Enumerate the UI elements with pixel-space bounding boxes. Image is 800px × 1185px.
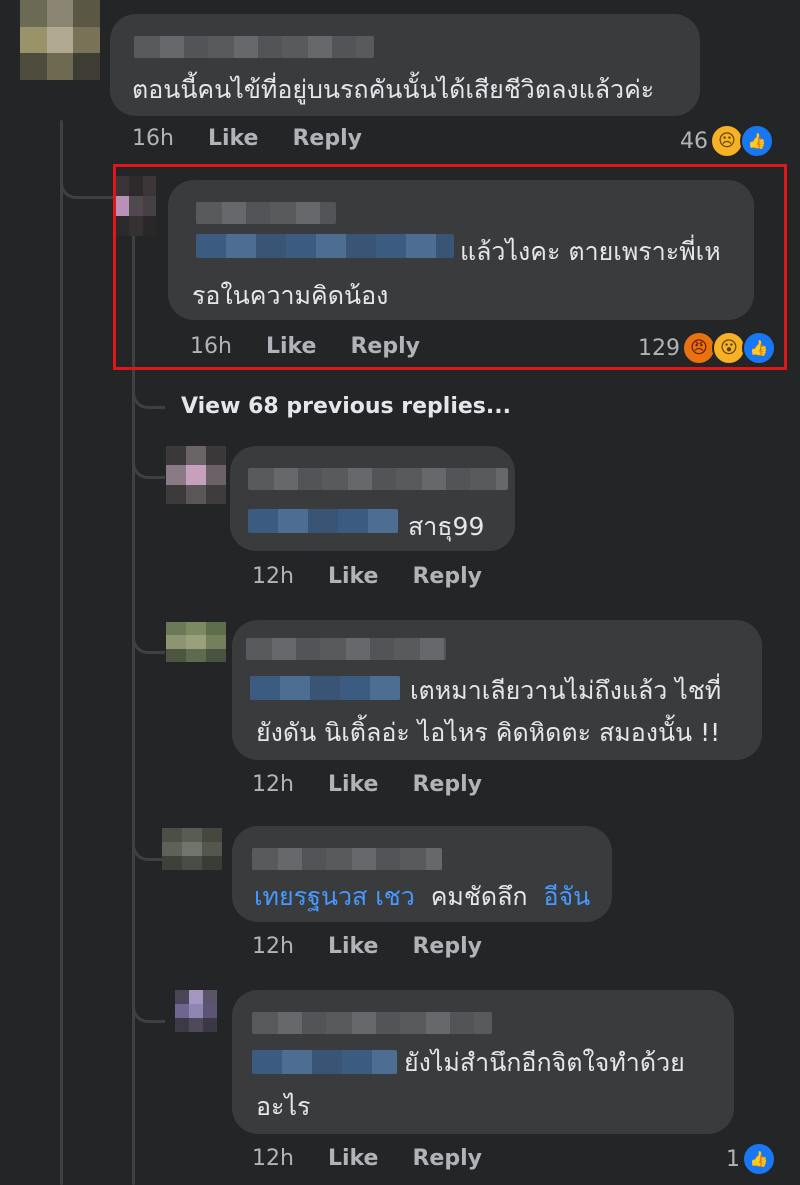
reply-actions: 12h Like Reply — [252, 772, 482, 797]
mention-text: คมชัดลึก — [430, 882, 528, 911]
reaction-count: 1 — [726, 1146, 740, 1172]
commenter-name[interactable] — [134, 36, 374, 58]
commenter-name[interactable] — [248, 468, 508, 490]
comment-actions: 16h Like Reply — [190, 334, 420, 359]
thread-elbow — [60, 150, 113, 199]
reply-actions: 12h Like Reply — [252, 564, 482, 589]
avatar[interactable] — [116, 176, 156, 236]
thread-elbow — [132, 822, 165, 861]
thread-elbow — [132, 370, 165, 409]
avatar[interactable] — [162, 828, 222, 870]
mention-tag[interactable] — [250, 676, 400, 700]
avatar[interactable] — [175, 990, 217, 1032]
thread-line-main — [60, 120, 63, 1185]
commenter-name[interactable] — [252, 1012, 492, 1034]
reply-bubble: เตหมาเลียวานไม่ถึงแล้ว ไชที่ ยังดัน นิเต… — [232, 620, 762, 760]
like-button[interactable]: Like — [266, 334, 317, 359]
thread-elbow — [132, 615, 165, 654]
reply-button[interactable]: Reply — [412, 564, 482, 589]
commenter-name[interactable] — [246, 638, 446, 660]
reply-button[interactable]: Reply — [350, 334, 420, 359]
comment-text: รอในความคิดน้อง — [192, 281, 389, 310]
mention-tag[interactable] — [196, 234, 454, 258]
reaction-summary[interactable]: 46 ☹ 👍 — [680, 124, 774, 158]
avatar[interactable] — [20, 0, 100, 80]
reaction-count: 129 — [638, 335, 680, 361]
sad-icon: ☹ — [710, 124, 744, 158]
commenter-name[interactable] — [252, 848, 442, 870]
reply-text: เตหมาเลียวานไม่ถึงแล้ว ไชที่ — [410, 676, 722, 705]
comment-time: 16h — [190, 334, 232, 359]
comment-actions: 16h Like Reply — [132, 126, 362, 151]
angry-icon: 😠 — [682, 331, 716, 365]
avatar[interactable] — [166, 446, 226, 504]
reply-time: 12h — [252, 934, 294, 959]
like-icon: 👍 — [740, 124, 774, 158]
commenter-name[interactable] — [196, 202, 336, 224]
mention-link[interactable]: เทยรฐนวส เชว — [254, 882, 415, 911]
reply-text: สาธุ99 — [408, 512, 485, 541]
avatar[interactable] — [166, 622, 226, 662]
reply-time: 12h — [252, 772, 294, 797]
reaction-summary[interactable]: 129 😠 😮 👍 — [638, 331, 776, 365]
reply-bubble: เทยรฐนวส เชว คมชัดลึก อีจัน — [232, 826, 612, 922]
like-button[interactable]: Like — [328, 1146, 379, 1171]
mention-tag[interactable] — [252, 1050, 397, 1074]
reply-bubble: ยังไม่สำนึกอีกจิตใจทำด้วย อะไร — [232, 990, 734, 1134]
mention-tag[interactable] — [248, 509, 398, 533]
reply-button[interactable]: Reply — [412, 772, 482, 797]
reaction-summary[interactable]: 1 👍 — [726, 1142, 776, 1176]
like-button[interactable]: Like — [208, 126, 259, 151]
comment-time: 16h — [132, 126, 174, 151]
reply-text: เทยรฐนวส เชว คมชัดลึก อีจัน — [254, 876, 590, 918]
like-button[interactable]: Like — [328, 772, 379, 797]
reply-button[interactable]: Reply — [292, 126, 362, 151]
comment-text: แล้วไงคะ ตายเพราะพี่เห — [460, 237, 721, 266]
reply-button[interactable]: Reply — [412, 1146, 482, 1171]
like-icon: 👍 — [742, 1142, 776, 1176]
view-previous-replies-link[interactable]: View 68 previous replies... — [181, 394, 511, 419]
reply-button[interactable]: Reply — [412, 934, 482, 959]
like-button[interactable]: Like — [328, 934, 379, 959]
reply-text: อะไร — [256, 1092, 311, 1121]
like-button[interactable]: Like — [328, 564, 379, 589]
reply-bubble: สาธุ99 — [230, 446, 515, 551]
reply-text: ยังไม่สำนึกอีกจิตใจทำด้วย — [404, 1048, 685, 1077]
reply-text: ยังดัน นิเติ้ลอ่ะ ไอไหร คิดหิดตะ สมองนั้… — [256, 718, 721, 747]
like-icon: 👍 — [742, 331, 776, 365]
reply-actions: 12h Like Reply — [252, 934, 482, 959]
wow-icon: 😮 — [712, 331, 746, 365]
reply-time: 12h — [252, 564, 294, 589]
comment-bubble: ตอนนี้คนไข้ที่อยู่บนรถคันนั้นได้เสียชีวิ… — [110, 14, 700, 116]
comment-text: ตอนนี้คนไข้ที่อยู่บนรถคันนั้นได้เสียชีวิ… — [132, 75, 655, 104]
thread-elbow — [132, 440, 165, 479]
reaction-count: 46 — [680, 128, 708, 154]
reply-actions: 12h Like Reply — [252, 1146, 482, 1171]
comment-bubble: แล้วไงคะ ตายเพราะพี่เห รอในความคิดน้อง — [168, 180, 754, 320]
reply-time: 12h — [252, 1146, 294, 1171]
mention-link[interactable]: อีจัน — [543, 882, 590, 911]
thread-elbow — [132, 984, 165, 1023]
